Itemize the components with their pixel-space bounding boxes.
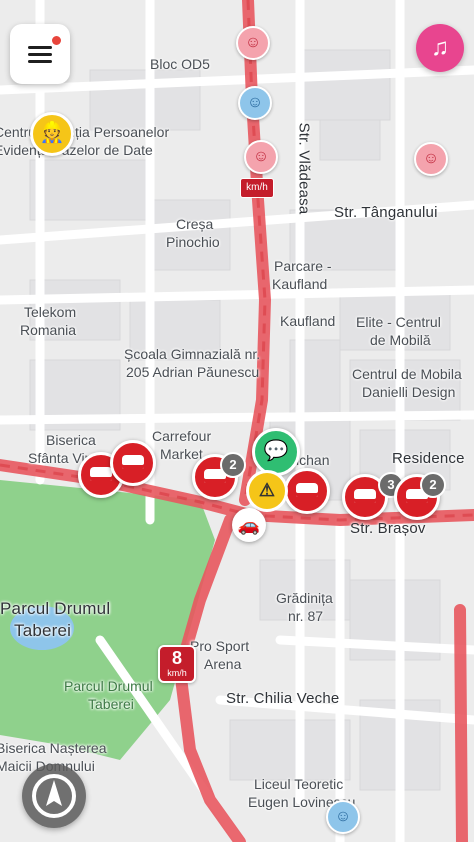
label-str-tanganului: Str. Tânganului (334, 204, 438, 221)
label-scoala: Școala Gimnazială nr. (124, 346, 261, 362)
traffic-jam-alert-pin[interactable] (284, 468, 330, 514)
label-parcare-2: Kaufland (272, 276, 328, 292)
label-bloc-od5: Bloc OD5 (150, 56, 210, 72)
label-agentia: Centrul Agenția Persoanelor (0, 124, 170, 140)
label-str-brasov: Str. Brașov (350, 520, 426, 537)
label-agentia-2: Evidența Bazelor de Date (0, 142, 153, 158)
main-menu-button[interactable] (10, 24, 70, 84)
label-elite: Elite - Centrul (356, 314, 441, 330)
label-telekom: Telekom (24, 304, 77, 320)
label-biserica: Biserica (46, 432, 96, 448)
report-count-badge: 2 (420, 472, 446, 498)
hamburger-menu-icon (28, 46, 52, 49)
traffic-speed-sign: 8 km/h (158, 645, 196, 683)
current-location-icon[interactable]: 🚗 (232, 508, 266, 542)
traffic-jam-alert-pin[interactable] (110, 440, 156, 486)
label-carrefour: Carrefour (152, 428, 212, 444)
label-scoala-2: 205 Adrian Păunescu (126, 364, 260, 380)
label-telekom-2: Romania (20, 322, 77, 338)
label-centrul: Centrul de Mobila (352, 366, 462, 382)
label-biserica-nasterea: Biserica Nașterea (0, 740, 107, 756)
label-cresa: Creșa (176, 216, 214, 232)
wazer-avatar-icon[interactable]: ☺ (414, 142, 448, 176)
label-parcul-drumul-taberei-2: Taberei (14, 621, 72, 640)
recenter-compass-icon (32, 774, 76, 818)
traffic-speed-unit: km/h (167, 668, 187, 678)
speed-camera-icon: km/h (240, 178, 274, 198)
label-cresa-2: Pinochio (166, 234, 220, 250)
label-carrefour-2: Market (160, 446, 203, 462)
label-str-vladeasa: Str. Vlădeasa (295, 122, 313, 215)
label-kaufland: Kaufland (280, 313, 336, 329)
wazer-avatar-icon[interactable]: ☺ (236, 26, 270, 60)
label-gradinita-2: nr. 87 (288, 608, 324, 624)
label-elite-2: de Mobilă (370, 332, 431, 348)
chat-report-icon[interactable]: 💬 (252, 428, 300, 476)
report-count-badge: 2 (220, 452, 246, 478)
label-gradinita: Grădinița (276, 590, 333, 606)
audio-player-button[interactable]: ♫ (416, 24, 464, 72)
hazard-warning-icon[interactable]: ⚠ (246, 470, 288, 512)
label-parcul-small-2: Taberei (88, 696, 134, 712)
hamburger-menu-icon (28, 53, 52, 56)
traffic-speed-value: 8 (171, 648, 182, 668)
recenter-compass-button[interactable] (22, 764, 86, 828)
label-pro-sport: Pro Sport (190, 638, 250, 654)
notification-dot (52, 36, 61, 45)
label-centrul-2: Danielli Design (362, 384, 456, 400)
label-parcul-small: Parcul Drumul (64, 678, 153, 694)
construction-worker-icon[interactable]: 👷 (30, 112, 74, 156)
wazer-avatar-icon[interactable]: ☺ (326, 800, 360, 834)
label-str-chilia-veche: Str. Chilia Veche (226, 690, 340, 707)
label-pro-sport-2: Arena (204, 656, 242, 672)
label-parcare: Parcare - (274, 258, 332, 274)
label-parcul-drumul-taberei: Parcul Drumul (0, 599, 111, 618)
hamburger-menu-icon (28, 60, 52, 63)
label-residence: Residence (392, 450, 465, 467)
wazer-avatar-icon[interactable]: ☺ (238, 86, 272, 120)
wazer-avatar-icon[interactable]: ☺ (244, 140, 278, 174)
label-liceul: Liceul Teoretic (254, 776, 344, 792)
